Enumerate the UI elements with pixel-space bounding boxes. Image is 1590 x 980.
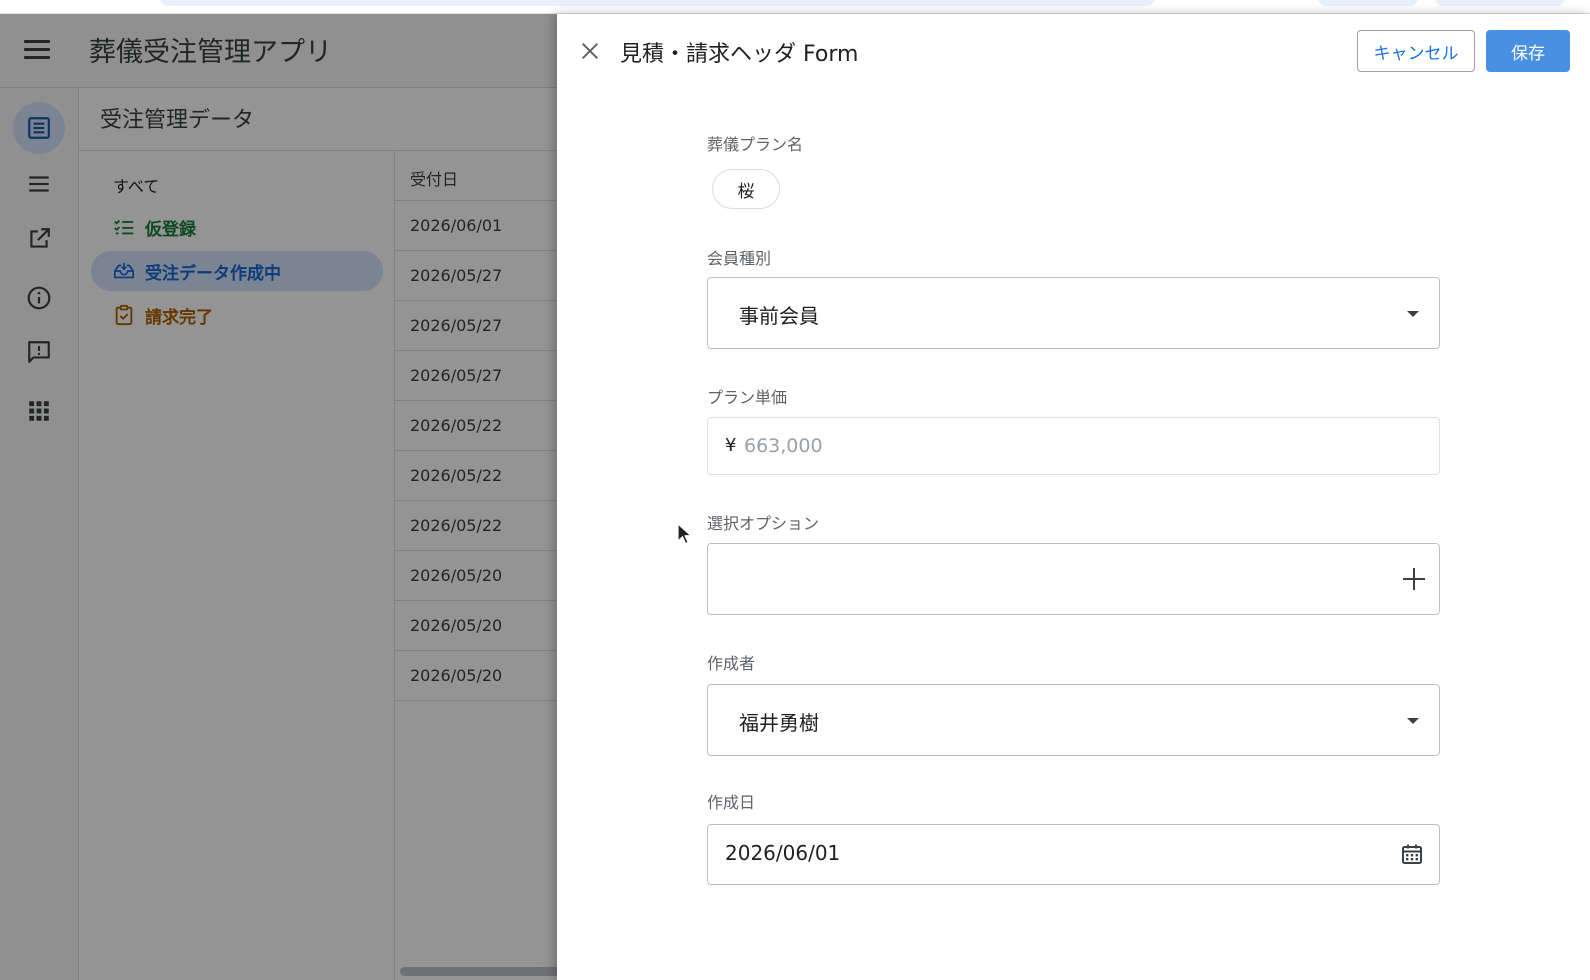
unit-price-input[interactable] xyxy=(744,428,1344,464)
plan-name-chip[interactable]: 桜 xyxy=(712,169,780,209)
add-option-plus-icon[interactable] xyxy=(1403,568,1425,590)
close-icon xyxy=(581,42,599,60)
save-button[interactable]: 保存 xyxy=(1486,30,1570,72)
options-field[interactable] xyxy=(707,543,1440,615)
member-type-value: 事前会員 xyxy=(739,304,819,328)
author-select[interactable]: 福井勇樹 xyxy=(707,684,1440,756)
chevron-down-icon xyxy=(1407,718,1419,724)
member-type-select[interactable]: 事前会員 xyxy=(707,277,1440,349)
address-bar-fragment xyxy=(160,0,1155,6)
unit-price-field[interactable]: ¥ xyxy=(707,417,1440,475)
form-drawer: 見積・請求ヘッダ Form キャンセル 保存 葬儀プラン名 桜 会員種別 事前会… xyxy=(557,14,1590,980)
close-button[interactable] xyxy=(575,36,605,66)
browser-button-fragment xyxy=(1318,0,1418,6)
author-value: 福井勇樹 xyxy=(739,711,819,735)
browser-button-fragment xyxy=(1435,0,1565,6)
plan-name-label: 葬儀プラン名 xyxy=(707,135,804,154)
member-type-label: 会員種別 xyxy=(707,249,772,268)
unit-price-label: プラン単価 xyxy=(707,388,788,407)
calendar-icon[interactable] xyxy=(1400,842,1424,866)
author-label: 作成者 xyxy=(707,654,756,673)
created-date-value: 2026/06/01 xyxy=(725,841,841,865)
browser-top-strip xyxy=(0,0,1590,14)
mouse-cursor-icon xyxy=(677,523,691,545)
yen-currency-icon: ¥ xyxy=(725,435,737,456)
chevron-down-icon xyxy=(1407,311,1419,317)
created-date-field[interactable]: 2026/06/01 xyxy=(707,824,1440,885)
form-title: 見積・請求ヘッダ Form xyxy=(620,42,859,67)
created-date-label: 作成日 xyxy=(707,793,756,812)
cancel-button[interactable]: キャンセル xyxy=(1357,30,1475,72)
options-label: 選択オプション xyxy=(707,514,820,533)
